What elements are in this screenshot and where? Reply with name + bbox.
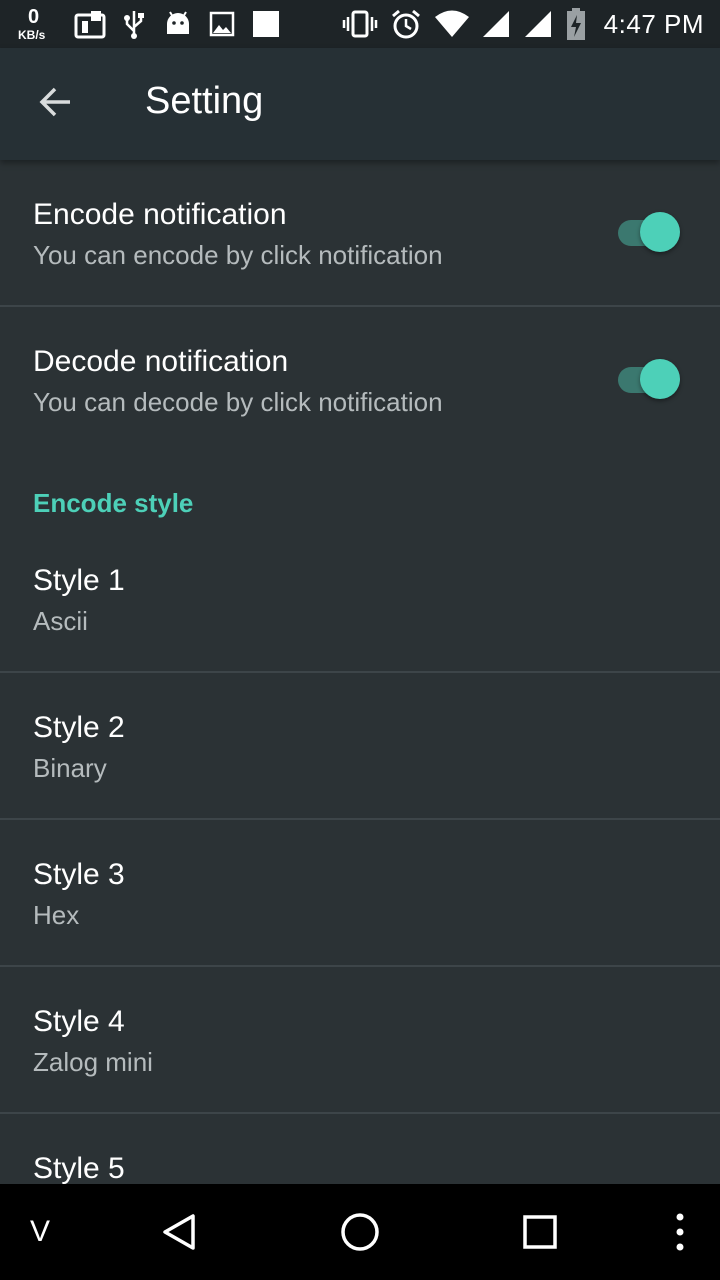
usb-icon <box>112 0 156 48</box>
pref-title: Style 5 <box>33 1152 125 1184</box>
page-title: Setting <box>145 80 264 122</box>
vibrate-icon <box>340 0 380 48</box>
signal-icon-2 <box>520 0 556 48</box>
pref-summary: Zalog mini <box>33 1047 153 1077</box>
pref-title: Style 1 <box>33 564 125 597</box>
nav-v-button[interactable]: V <box>20 1184 60 1280</box>
pref-encode-notification[interactable]: Encode notification You can encode by cl… <box>0 160 720 306</box>
switch-thumb <box>640 212 680 252</box>
pref-title: Style 2 <box>33 711 125 744</box>
switch-thumb <box>640 359 680 399</box>
pref-style-5[interactable]: Style 5 <box>0 1114 720 1184</box>
signal-icon <box>478 0 514 48</box>
net-speed-unit: KB/s <box>18 28 46 42</box>
android-icon <box>156 0 200 48</box>
pref-style-4[interactable]: Style 4 Zalog mini <box>0 967 720 1113</box>
pref-decode-notification[interactable]: Decode notification You can decode by cl… <box>0 307 720 453</box>
pref-title: Decode notification <box>33 345 289 378</box>
status-bar: 0 KB/s 4:47 PM <box>0 0 720 48</box>
nav-back-button[interactable] <box>150 1184 210 1280</box>
pref-style-1[interactable]: Style 1 Ascii <box>0 526 720 672</box>
pref-style-2[interactable]: Style 2 Binary <box>0 673 720 819</box>
nav-recents-button[interactable] <box>510 1184 570 1280</box>
section-header-encode-style: Encode style <box>33 488 194 518</box>
overflow-menu-icon <box>676 1213 684 1251</box>
pref-summary: You can encode by click notification <box>33 240 443 270</box>
navigation-bar: V <box>0 1184 720 1280</box>
status-clock: 4:47 PM <box>603 8 704 39</box>
pref-title: Encode notification <box>33 198 287 231</box>
image-icon <box>200 0 244 48</box>
wifi-icon <box>432 0 472 48</box>
home-circle-icon <box>341 1213 379 1251</box>
alarm-icon <box>386 0 426 48</box>
pref-summary: Binary <box>33 753 107 783</box>
app-bar: Setting <box>0 48 720 160</box>
sim-icon <box>68 0 112 48</box>
pref-title: Style 3 <box>33 858 125 891</box>
back-triangle-icon <box>163 1214 195 1250</box>
settings-list[interactable]: Encode notification You can encode by cl… <box>0 160 720 1184</box>
arrow-back-icon <box>39 87 70 117</box>
pref-style-3[interactable]: Style 3 Hex <box>0 820 720 966</box>
decode-notification-switch[interactable] <box>616 357 682 401</box>
back-button[interactable] <box>28 74 84 130</box>
nav-home-button[interactable] <box>330 1184 390 1280</box>
pref-summary: Ascii <box>33 606 88 636</box>
pref-title: Style 4 <box>33 1005 125 1038</box>
net-speed-value: 0 <box>28 6 40 28</box>
square-icon <box>244 0 288 48</box>
pref-summary: You can decode by click notification <box>33 387 443 417</box>
nav-overflow-button[interactable] <box>660 1184 700 1280</box>
encode-notification-switch[interactable] <box>616 210 682 254</box>
net-speed-indicator: 0 KB/s <box>16 4 56 44</box>
recents-square-icon <box>523 1215 557 1249</box>
battery-icon <box>562 0 590 48</box>
pref-summary: Hex <box>33 900 80 930</box>
